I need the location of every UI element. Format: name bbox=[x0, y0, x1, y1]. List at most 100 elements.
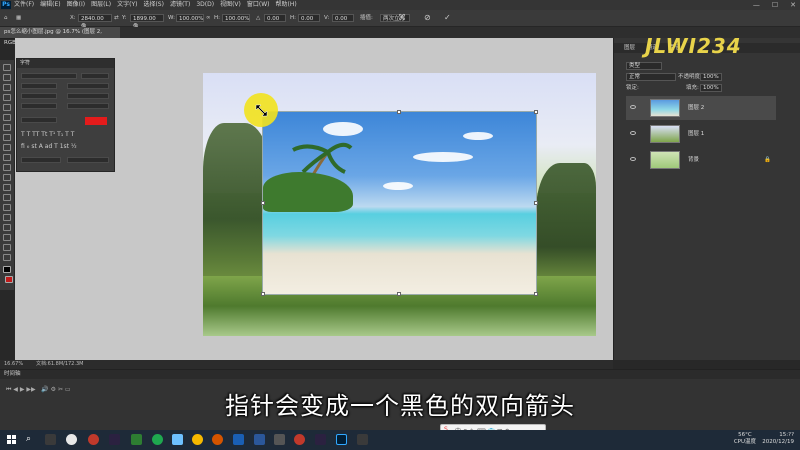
tracking-field[interactable] bbox=[67, 93, 109, 99]
w-field[interactable]: 100.00% bbox=[176, 14, 204, 22]
healing-tool-icon[interactable] bbox=[3, 124, 11, 131]
shape-tool-icon[interactable] bbox=[3, 234, 11, 241]
transform-handle-top[interactable] bbox=[397, 110, 401, 114]
menu-view[interactable]: 视图(V) bbox=[220, 0, 241, 10]
fill-field[interactable]: 100% bbox=[700, 84, 722, 92]
crop-tool-icon[interactable] bbox=[3, 104, 11, 111]
blur-tool-icon[interactable] bbox=[3, 184, 11, 191]
app-logo[interactable]: Ps bbox=[1, 1, 11, 9]
menu-image[interactable]: 图像(I) bbox=[67, 0, 85, 10]
premiere-icon[interactable] bbox=[109, 434, 120, 445]
vertical-scale-field[interactable] bbox=[21, 103, 57, 109]
transform-handle-right[interactable] bbox=[534, 201, 538, 205]
opacity-field[interactable]: 100% bbox=[700, 73, 722, 81]
layer-row-layer-2[interactable]: 图层 2 bbox=[626, 96, 776, 120]
transform-ref-icon[interactable]: ▦ bbox=[16, 14, 21, 22]
minimize-icon[interactable]: — bbox=[753, 0, 760, 10]
x-field[interactable]: 2840.00 像 bbox=[78, 14, 112, 30]
menu-window[interactable]: 窗口(W) bbox=[247, 0, 270, 10]
brush-tool-icon[interactable] bbox=[3, 134, 11, 141]
background-color-swatch[interactable] bbox=[5, 276, 13, 283]
h-skew-field[interactable]: 0.00 bbox=[298, 14, 320, 22]
zoom-level[interactable]: 16.67% bbox=[4, 360, 23, 369]
close-icon[interactable]: ✕ bbox=[790, 0, 796, 10]
stamp-tool-icon[interactable] bbox=[3, 144, 11, 151]
home-icon[interactable]: ⌂ bbox=[4, 14, 8, 22]
marquee-tool-icon[interactable] bbox=[3, 74, 11, 81]
menu-edit[interactable]: 编辑(E) bbox=[40, 0, 60, 10]
task-view-icon[interactable] bbox=[45, 434, 56, 445]
word-icon[interactable] bbox=[254, 434, 265, 445]
leading-field[interactable] bbox=[67, 83, 109, 89]
transform-handle-bottom-right[interactable] bbox=[534, 292, 538, 296]
type-tool-icon[interactable] bbox=[3, 214, 11, 221]
chain-icon[interactable]: ∞ bbox=[206, 14, 211, 22]
media-icon[interactable] bbox=[274, 434, 285, 445]
lasso-tool-icon[interactable] bbox=[3, 84, 11, 91]
search-icon[interactable]: ⌕ bbox=[26, 434, 37, 445]
photoshop-icon[interactable] bbox=[336, 434, 347, 445]
premiere-2-icon[interactable] bbox=[315, 434, 326, 445]
wechat-icon[interactable] bbox=[131, 434, 142, 445]
browser-icon[interactable] bbox=[66, 434, 77, 445]
v-skew-field[interactable]: 0.00 bbox=[332, 14, 354, 22]
menu-3d[interactable]: 3D(D) bbox=[196, 0, 214, 10]
green-app-icon[interactable] bbox=[152, 434, 163, 445]
maximize-icon[interactable]: ☐ bbox=[772, 0, 778, 10]
transform-handle-top-right[interactable] bbox=[534, 110, 538, 114]
move-tool-icon[interactable] bbox=[3, 64, 11, 71]
horizontal-scale-field[interactable] bbox=[67, 103, 109, 109]
dodge-tool-icon[interactable] bbox=[3, 194, 11, 201]
app-icon[interactable] bbox=[88, 434, 99, 445]
document-tab[interactable]: ps怎么缩小图层.jpg @ 16.7% (图层 2, RGB/8) * bbox=[0, 27, 120, 46]
menu-select[interactable]: 选择(S) bbox=[143, 0, 164, 10]
hand-tool-icon[interactable] bbox=[3, 244, 11, 251]
folder-icon[interactable] bbox=[357, 434, 368, 445]
quick-select-tool-icon[interactable] bbox=[3, 94, 11, 101]
kerning-field[interactable] bbox=[21, 93, 57, 99]
bird-app-icon[interactable] bbox=[172, 434, 183, 445]
cancel-transform-icon[interactable]: ⊘ bbox=[424, 14, 431, 22]
menu-help[interactable]: 帮助(H) bbox=[276, 0, 297, 10]
layer-2-image[interactable] bbox=[263, 112, 536, 294]
layer-row-background[interactable]: 背景 🔒 bbox=[626, 148, 776, 172]
chrome-icon[interactable] bbox=[192, 434, 203, 445]
text-color-swatch[interactable] bbox=[85, 117, 107, 125]
font-style-select[interactable] bbox=[81, 73, 109, 79]
rotate-field[interactable]: 0.00 bbox=[264, 14, 286, 22]
layer-row-layer-1[interactable]: 图层 1 bbox=[626, 122, 776, 146]
layer-filter-select[interactable]: 类型 bbox=[626, 62, 662, 70]
windows-start-icon[interactable] bbox=[6, 434, 17, 445]
warp-icon[interactable]: ⌘ bbox=[398, 14, 406, 22]
orange-app-icon[interactable] bbox=[212, 434, 223, 445]
transform-handle-bottom[interactable] bbox=[397, 292, 401, 296]
menu-filter[interactable]: 滤镜(T) bbox=[170, 0, 190, 10]
menu-type[interactable]: 文字(Y) bbox=[117, 0, 137, 10]
history-brush-tool-icon[interactable] bbox=[3, 154, 11, 161]
menu-layer[interactable]: 图层(L) bbox=[91, 0, 111, 10]
blend-mode-select[interactable]: 正常 bbox=[626, 73, 676, 81]
menu-file[interactable]: 文件(F) bbox=[14, 0, 34, 10]
eraser-tool-icon[interactable] bbox=[3, 164, 11, 171]
eyedropper-tool-icon[interactable] bbox=[3, 114, 11, 121]
h-field[interactable]: 100.00% bbox=[222, 14, 250, 22]
opentype-buttons[interactable]: fi ℴ st A ad T 1st ½ bbox=[21, 143, 109, 151]
eye-icon[interactable] bbox=[630, 157, 636, 161]
eye-icon[interactable] bbox=[630, 131, 636, 135]
record-icon[interactable] bbox=[294, 434, 305, 445]
baseline-shift-field[interactable] bbox=[21, 117, 57, 123]
system-clock[interactable]: 15:?? 2020/12/19 bbox=[762, 432, 794, 446]
link-icon[interactable]: ⇄ bbox=[114, 14, 119, 22]
transform-handle-bottom-left[interactable] bbox=[261, 292, 265, 296]
foreground-color-swatch[interactable] bbox=[3, 266, 11, 273]
pen-tool-icon[interactable] bbox=[3, 204, 11, 211]
font-size-field[interactable] bbox=[21, 83, 57, 89]
zoom-tool-icon[interactable] bbox=[3, 254, 11, 261]
tab-layers[interactable]: 图层 bbox=[624, 45, 635, 51]
y-field[interactable]: 1899.00 像 bbox=[130, 14, 164, 30]
path-select-tool-icon[interactable] bbox=[3, 224, 11, 231]
transform-handle-left[interactable] bbox=[261, 201, 265, 205]
font-family-select[interactable] bbox=[21, 73, 77, 79]
commit-transform-icon[interactable]: ✓ bbox=[444, 14, 451, 22]
language-select[interactable] bbox=[21, 157, 61, 163]
